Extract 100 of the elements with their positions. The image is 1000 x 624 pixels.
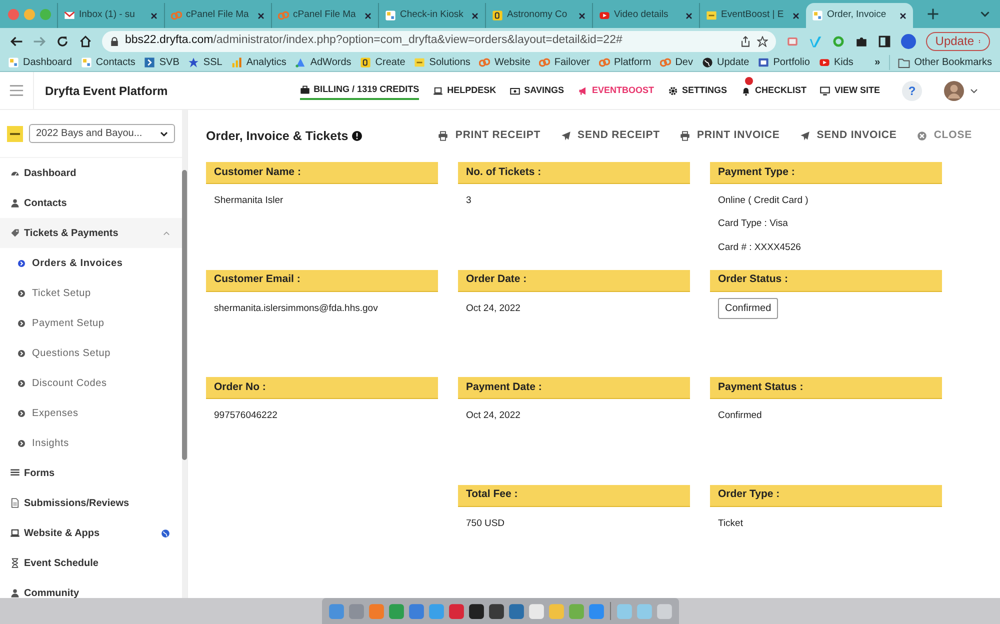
sidebar-subitem[interactable]: Expenses [0, 398, 182, 428]
close-icon[interactable] [899, 12, 907, 20]
bookmark[interactable]: Platform [598, 55, 652, 70]
browser-tab[interactable]: Order, Invoice [806, 3, 913, 28]
settings-icon [668, 86, 678, 96]
svb-icon [144, 57, 156, 68]
play-icon [818, 57, 830, 68]
close-icon[interactable] [578, 12, 586, 20]
sidebar-subitem[interactable]: Ticket Setup [0, 278, 182, 308]
sidebar-item[interactable]: Contacts [0, 188, 182, 218]
action-button[interactable]: PRINT INVOICE [680, 128, 780, 144]
field-label: Customer Email : [206, 270, 438, 292]
sidebar-item[interactable]: Forms [0, 458, 182, 488]
cpanel-icon [479, 57, 490, 68]
bookmark[interactable]: Website [479, 55, 530, 70]
chevron-down-icon[interactable] [970, 86, 978, 94]
chevron-circle-icon [18, 350, 25, 356]
bookmark[interactable]: Analytics [231, 55, 286, 70]
bookmark[interactable]: Contacts [80, 55, 136, 70]
update-button[interactable]: Update [926, 32, 990, 50]
field-value: Shermanita Isler [214, 194, 284, 208]
bar-chart-icon [231, 57, 242, 68]
plus-icon[interactable] [927, 8, 939, 20]
event-select[interactable]: 2022 Bays and Bayou... [29, 124, 175, 143]
close-icon[interactable] [257, 12, 265, 20]
forward-icon[interactable] [33, 34, 46, 48]
close-icon[interactable] [471, 12, 480, 20]
bookmark[interactable]: Kids [818, 55, 854, 70]
sidebar-item[interactable]: Event Schedule [0, 548, 182, 578]
nav-link[interactable]: SETTINGS [668, 82, 727, 100]
bookmark[interactable]: SSL [188, 55, 222, 70]
extension-icon[interactable] [786, 34, 800, 48]
sidebar-item[interactable]: Dashboard [0, 158, 182, 188]
field-value: 750 USD [466, 516, 506, 530]
side-panel-icon[interactable] [878, 34, 892, 48]
close-icon[interactable] [685, 12, 693, 20]
bookmark[interactable]: Update [702, 55, 750, 70]
menu-icon[interactable] [9, 83, 24, 98]
sidebar-subitem[interactable]: Discount Codes [0, 368, 182, 398]
app-icon[interactable] [468, 602, 484, 620]
bookmark[interactable]: Dev [660, 55, 693, 70]
bookmark[interactable]: Dashboard [8, 55, 72, 70]
sidebar-item[interactable]: Submissions/Reviews [0, 488, 182, 518]
reload-icon[interactable] [56, 34, 69, 48]
nav-link[interactable]: SAVINGS [510, 82, 564, 100]
field-value: 3 [466, 194, 472, 208]
tab-title: Video details [614, 8, 668, 22]
close-icon [916, 131, 927, 141]
sidebar-item[interactable]: Tickets & Payments [0, 218, 182, 248]
field-label: Customer Name : [206, 162, 438, 184]
home-icon[interactable] [79, 34, 92, 48]
app-title: Dryfta Event Platform [45, 82, 168, 100]
nav-link[interactable]: HELPDESK [433, 82, 496, 100]
sidebar-item[interactable]: Community [0, 578, 182, 598]
sidebar-subitem[interactable]: Payment Setup [0, 308, 182, 338]
ticket-icon [10, 228, 20, 238]
sidebar-subitem[interactable]: Questions Setup [0, 338, 182, 368]
nav-link[interactable]: BILLING / 1319 CREDITS [300, 80, 420, 100]
bookmark[interactable]: SVB [144, 55, 180, 70]
tab-title: cPanel File Ma [293, 8, 356, 22]
bookmark[interactable]: Solutions [414, 55, 470, 70]
back-icon[interactable] [10, 34, 23, 48]
scrollbar-thumb[interactable] [182, 170, 187, 460]
tab-title: EventBoost | E [721, 8, 784, 22]
field-label: Order No : [206, 377, 438, 399]
nav-link[interactable]: CHECKLIST [740, 82, 806, 100]
action-button[interactable]: SEND RECEIPT [560, 128, 660, 144]
action-button[interactable]: SEND INVOICE [800, 128, 897, 144]
sidebar-subitem[interactable]: Orders & Invoices [0, 248, 182, 278]
close-icon[interactable] [150, 12, 158, 20]
help-button[interactable]: ? [902, 80, 922, 100]
profile-icon[interactable] [901, 34, 916, 48]
sidebar-item[interactable]: Website & Apps [0, 518, 182, 548]
field-label: Order Date : [458, 270, 690, 292]
send-icon [800, 131, 810, 141]
squares-icon [80, 57, 92, 68]
close-icon[interactable] [792, 12, 800, 20]
action-button[interactable]: PRINT RECEIPT [438, 128, 541, 144]
avatar-icon[interactable] [944, 80, 964, 100]
bookmark[interactable]: AdWords [295, 55, 352, 70]
bookmark[interactable]: Portfolio [758, 55, 810, 70]
chevron-down-icon[interactable] [980, 9, 990, 19]
bookmark-folder[interactable]: Other Bookmarks [889, 55, 992, 70]
close-icon[interactable] [364, 12, 372, 20]
nav-link[interactable]: EVENTBOOST [578, 82, 654, 100]
nav-link[interactable]: VIEW SITE [820, 82, 880, 100]
address-field[interactable]: bbs22.dryfta.com/administrator/index.php?option=com_dryfta&view=orders&layout=detail&id=22# [102, 30, 776, 52]
field-value: Oct 24, 2022 [466, 302, 522, 316]
bookmark[interactable]: Create [360, 55, 406, 70]
bookmark[interactable]: Failover [539, 55, 590, 70]
sidebar-subitem[interactable]: Insights [0, 428, 182, 458]
play-icon [599, 10, 610, 21]
money-icon [510, 86, 520, 96]
cpanel-icon [598, 57, 610, 68]
app-icon[interactable] [488, 602, 504, 620]
action-button[interactable]: CLOSE [916, 128, 972, 144]
share-icon[interactable] [740, 36, 752, 46]
vimeo-icon[interactable] [809, 34, 822, 48]
more-bookmarks-button[interactable]: » [874, 55, 880, 70]
bookmark-star-icon[interactable] [757, 36, 768, 46]
